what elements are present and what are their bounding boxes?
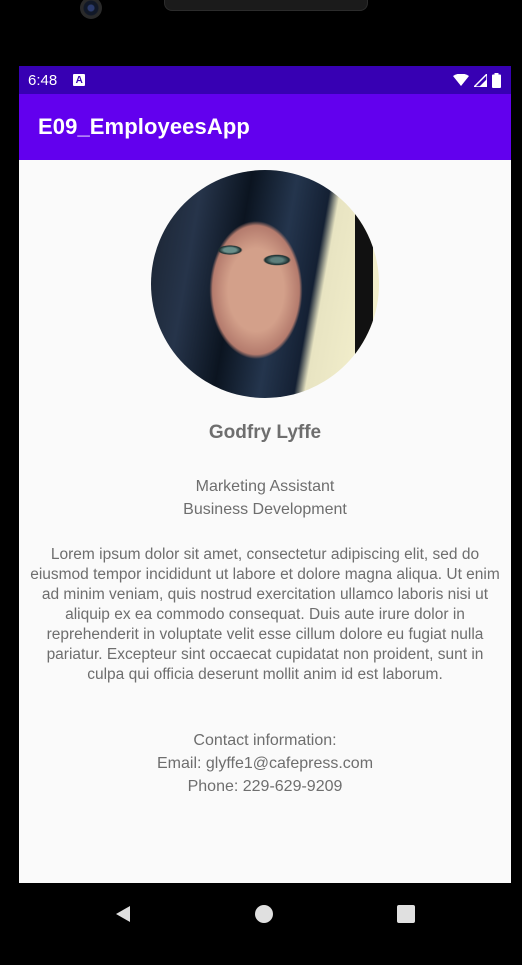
home-icon[interactable] bbox=[254, 904, 274, 924]
contact-info: Contact information: Email: glyffe1@cafe… bbox=[19, 729, 511, 798]
battery-icon bbox=[492, 72, 501, 88]
employee-bio: Lorem ipsum dolor sit amet, consectetur … bbox=[30, 546, 500, 683]
employee-phone: Phone: 229-629-9209 bbox=[187, 778, 343, 795]
status-bar: 6:48 A bbox=[19, 66, 511, 94]
employee-avatar bbox=[151, 170, 379, 398]
employee-name: Godfry Lyffe bbox=[208, 422, 322, 443]
recents-icon[interactable] bbox=[396, 904, 416, 924]
earpiece-speaker bbox=[164, 0, 368, 11]
contact-heading: Contact information: bbox=[193, 732, 337, 749]
app-title: E09_EmployeesApp bbox=[38, 114, 250, 139]
employee-title: Marketing Assistant bbox=[195, 478, 335, 495]
status-icons bbox=[453, 72, 501, 88]
app-bar: E09_EmployeesApp bbox=[19, 94, 511, 160]
employee-email: Email: glyffe1@cafepress.com bbox=[156, 755, 374, 772]
device-top-bezel bbox=[0, 0, 522, 66]
employee-department: Business Development bbox=[183, 501, 347, 518]
phone-screen: 6:48 A E09_EmployeesApp Godfry Lyffe Mar… bbox=[19, 66, 511, 883]
status-time: 6:48 bbox=[28, 71, 58, 89]
employee-job: Marketing Assistant Business Development bbox=[19, 475, 511, 521]
back-icon[interactable] bbox=[113, 904, 133, 924]
wifi-icon bbox=[453, 73, 469, 86]
front-camera bbox=[80, 0, 102, 19]
navigation-bar bbox=[0, 883, 522, 965]
app-notification-icon: A bbox=[73, 74, 86, 86]
signal-icon bbox=[474, 73, 487, 87]
employee-detail: Godfry Lyffe Marketing Assistant Busines… bbox=[19, 160, 511, 883]
